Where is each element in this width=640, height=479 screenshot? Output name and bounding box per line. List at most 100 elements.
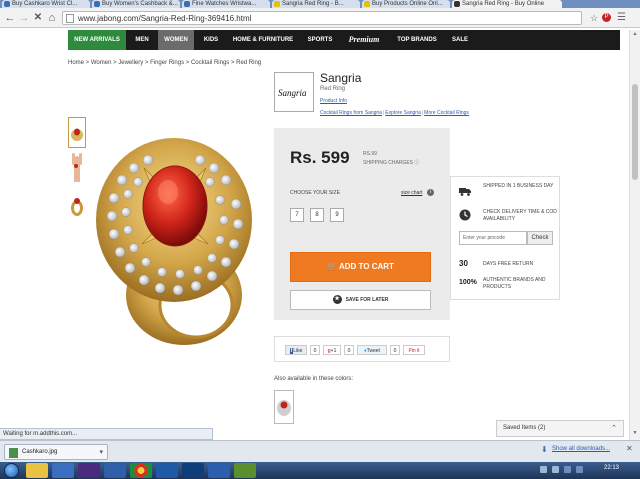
cocktail-rings-from-brand-link[interactable]: Cocktail Rings from Sangria <box>320 110 382 116</box>
variant-ring-image <box>277 400 291 416</box>
browser-tab[interactable]: Fine Watches Wristwa... <box>182 0 270 8</box>
app-icon[interactable] <box>182 463 204 478</box>
volume-icon[interactable] <box>576 466 583 473</box>
nav-new-arrivals[interactable]: NEW ARRIVALS <box>68 30 126 50</box>
product-image[interactable] <box>92 120 262 360</box>
photoshop-app-icon[interactable] <box>156 463 178 478</box>
facebook-like-button[interactable]: fLike <box>285 345 307 355</box>
media-app-icon[interactable] <box>52 463 74 478</box>
more-cocktail-rings-link[interactable]: More Cocktail Rings <box>424 110 469 116</box>
nav-sports[interactable]: SPORTS <box>304 30 336 50</box>
home-icon[interactable]: ⌂ <box>45 11 59 25</box>
nav-home-furniture[interactable]: HOME & FURNITURE <box>228 30 298 50</box>
price-panel: Rs. 599 RS.99 SHIPPING CHARGES ⓘ CHOOSE … <box>274 128 450 320</box>
clock[interactable]: 22:13 <box>604 465 619 471</box>
app-icon[interactable] <box>78 463 100 478</box>
star-icon[interactable]: ☆ <box>590 13 598 23</box>
hand-thumb-image <box>72 153 82 182</box>
return-text: DAYS FREE RETURN <box>483 261 534 267</box>
return-days: 30 <box>459 259 468 268</box>
delivery-info-panel: SHIPPED IN 1 BUSINESS DAY CHECK DELIVERY… <box>450 176 560 300</box>
tray-icon[interactable] <box>552 466 559 473</box>
info-icon[interactable]: ⓘ <box>414 160 419 166</box>
check-pincode-button[interactable]: Check <box>527 231 553 245</box>
tab-label: Sangria Red Ring - B... <box>282 1 344 7</box>
authentic-percent: 100% <box>459 279 477 286</box>
shipping-charges-text: SHIPPING CHARGES <box>363 160 414 166</box>
download-arrow-icon: ⬇ <box>541 445 548 454</box>
chevron-down-icon[interactable]: ▾ <box>99 445 103 460</box>
download-item[interactable]: Cashkaro.jpg ▾ <box>4 444 108 460</box>
clock-icon <box>459 209 471 221</box>
tab-label: Buy Cashkaro Wrist Cl... <box>12 1 78 7</box>
url-text: www.jabong.com/Sangria-Red-Ring-369416.h… <box>78 14 252 23</box>
star-badge-icon: ★ <box>332 295 342 305</box>
size-option-8[interactable]: 8 <box>310 208 324 222</box>
nav-women[interactable]: WOMEN <box>158 30 194 50</box>
tab-favicon-icon <box>184 1 190 7</box>
size-chart-icon[interactable]: i <box>427 189 434 196</box>
menu-icon[interactable]: ☰ <box>617 13 626 23</box>
tray-icon[interactable] <box>540 466 547 473</box>
tweet-count: 0 <box>390 345 400 355</box>
explore-brand-link[interactable]: Explore Sangria <box>385 110 421 116</box>
stop-button[interactable]: ✕ <box>31 11 45 25</box>
vertical-scrollbar[interactable]: ▲ ▼ <box>629 30 640 440</box>
nav-men[interactable]: MEN <box>130 30 154 50</box>
breadcrumb[interactable]: Home > Women > Jewellery > Finger Rings … <box>68 60 261 66</box>
check-delivery-text: CHECK DELIVERY TIME & COD AVAILABILITY <box>483 209 557 222</box>
saved-items-bar[interactable]: Saved Items (2) ⌃ <box>496 420 624 437</box>
start-button[interactable] <box>4 463 19 478</box>
browser-tab[interactable]: Sangria Red Ring - B... <box>272 0 360 8</box>
nav-sale[interactable]: SALE <box>448 30 472 50</box>
status-bubble: Waiting for m.addthis.com... <box>0 428 213 440</box>
brand-logo[interactable]: Sangria <box>274 72 314 112</box>
like-count: 0 <box>310 345 320 355</box>
nav-kids[interactable]: KIDS <box>200 30 222 50</box>
app-icon[interactable] <box>234 463 256 478</box>
product-info-link[interactable]: Product Info <box>320 98 347 104</box>
word-app-icon[interactable] <box>208 463 230 478</box>
network-icon[interactable] <box>564 466 571 473</box>
pinterest-icon[interactable]: P <box>602 13 611 22</box>
chrome-app-icon[interactable] <box>130 463 152 478</box>
back-button[interactable]: ← <box>3 11 17 25</box>
color-variant-thumbnail[interactable] <box>274 390 294 424</box>
close-icon[interactable]: ✕ <box>626 444 633 453</box>
size-option-7[interactable]: 7 <box>290 208 304 222</box>
size-option-9[interactable]: 9 <box>330 208 344 222</box>
scroll-up-arrow-icon[interactable]: ▲ <box>631 31 639 37</box>
nav-top-brands[interactable]: TOP BRANDS <box>392 30 442 50</box>
add-to-cart-button[interactable]: 🛒 ADD TO CART <box>290 252 431 282</box>
plus-count: 0 <box>344 345 354 355</box>
google-plus-button[interactable]: g+1 <box>323 345 341 355</box>
size-chart-link[interactable]: size chart <box>401 190 422 196</box>
scroll-down-arrow-icon[interactable]: ▼ <box>631 430 639 436</box>
address-bar[interactable]: www.jabong.com/Sangria-Red-Ring-369416.h… <box>62 11 582 25</box>
browser-tab[interactable]: Buy Cashkaro Wrist Cl... <box>2 0 90 8</box>
chevron-up-icon[interactable]: ⌃ <box>611 421 617 436</box>
nav-premium[interactable]: Premium <box>342 30 386 50</box>
brand-logo-text: Sangria <box>278 88 307 98</box>
pin-it-button[interactable]: Pin it <box>403 345 425 355</box>
thumbnail-ring-front[interactable] <box>68 117 86 148</box>
browser-tab[interactable]: Buy Women's Cashback &... <box>92 0 180 8</box>
thumbnail-ring-side[interactable] <box>68 190 86 221</box>
browser-tab-active[interactable]: Sangria Red Ring - Buy Online <box>452 0 562 8</box>
product-brand: Sangria <box>320 71 362 85</box>
tweet-button[interactable]: ♦Tweet <box>357 345 387 355</box>
show-all-downloads-link[interactable]: Show all downloads... <box>552 446 610 452</box>
add-to-cart-label: ADD TO CART <box>338 262 394 271</box>
pincode-input[interactable]: Enter your pincode <box>459 231 527 245</box>
tab-label: Buy Products Online Onl... <box>372 1 443 7</box>
explorer-app-icon[interactable] <box>26 463 48 478</box>
site-nav: NEW ARRIVALS MEN WOMEN KIDS HOME & FURNI… <box>68 30 620 50</box>
shipping-text: SHIPPED IN 1 BUSINESS DAY <box>483 183 554 189</box>
scrollbar-thumb[interactable] <box>632 84 638 180</box>
browser-tab[interactable]: Buy Products Online Onl... <box>362 0 450 8</box>
save-for-later-button[interactable]: ★ SAVE FOR LATER <box>290 290 431 310</box>
ring-side-thumb-image <box>71 198 83 216</box>
app-icon[interactable] <box>104 463 126 478</box>
thumbnail-ring-hand[interactable] <box>68 152 86 183</box>
forward-button[interactable]: → <box>17 11 31 25</box>
